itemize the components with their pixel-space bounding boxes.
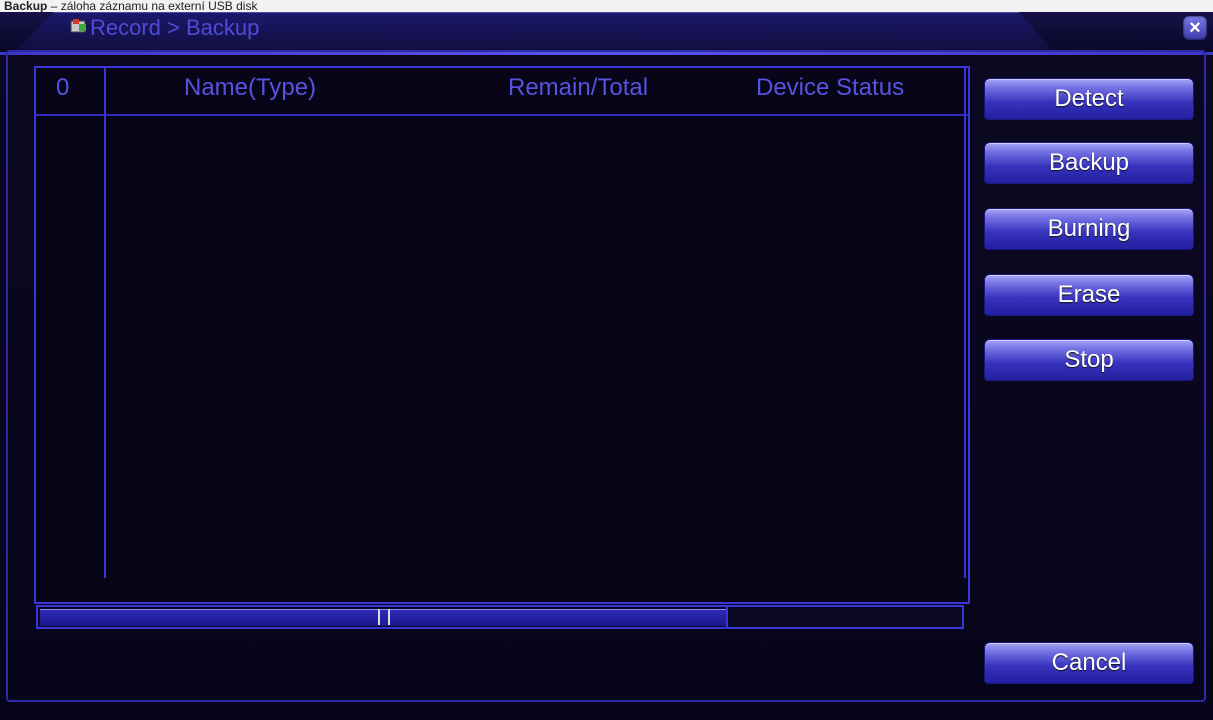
- record-icon: [70, 19, 86, 33]
- header-divider: [36, 114, 968, 116]
- burning-button[interactable]: Burning: [984, 208, 1194, 250]
- column-header-device-status[interactable]: Device Status: [756, 74, 904, 102]
- device-table: 0 Name(Type) Remain/Total Device Status: [34, 66, 970, 604]
- horizontal-scrollbar[interactable]: [36, 605, 964, 629]
- column-header-name-type[interactable]: Name(Type): [184, 74, 316, 102]
- title-bar: Record > Backup ×: [0, 12, 1213, 55]
- column-header-index[interactable]: 0: [56, 74, 69, 102]
- column-divider: [104, 68, 106, 578]
- cancel-button[interactable]: Cancel: [984, 642, 1194, 684]
- scrollbar-thumb[interactable]: [378, 609, 390, 625]
- erase-button[interactable]: Erase: [984, 274, 1194, 316]
- window-title: Record > Backup: [90, 15, 260, 40]
- column-divider: [964, 68, 966, 578]
- close-button[interactable]: ×: [1183, 16, 1207, 40]
- detect-button[interactable]: Detect: [984, 78, 1194, 120]
- column-header-remain-total[interactable]: Remain/Total: [508, 74, 648, 102]
- scrollbar-divider: [726, 607, 728, 627]
- stop-button[interactable]: Stop: [984, 339, 1194, 381]
- backup-button[interactable]: Backup: [984, 142, 1194, 184]
